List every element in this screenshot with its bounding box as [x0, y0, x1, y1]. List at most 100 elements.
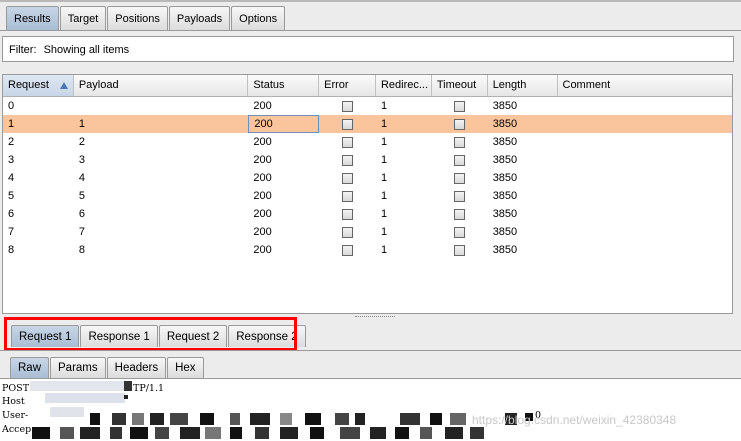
tab-options[interactable]: Options — [231, 6, 286, 30]
timeout-checkbox[interactable] — [454, 154, 466, 166]
cell-redirects: 1 — [380, 244, 388, 256]
cell-comment — [558, 223, 733, 241]
cell-request: 7 — [8, 226, 15, 238]
mosaic-block — [280, 413, 292, 425]
error-checkbox[interactable] — [342, 226, 354, 238]
mosaic-block — [50, 407, 84, 417]
cell-comment — [558, 97, 733, 115]
column-header-error[interactable]: Error — [319, 75, 376, 96]
tab-results[interactable]: Results — [6, 6, 59, 30]
mosaic-block — [124, 381, 132, 391]
timeout-checkbox-cell — [432, 187, 488, 205]
table-row[interactable]: 2 2 200 1 3850 — [3, 133, 732, 151]
cell-comment — [558, 169, 733, 187]
timeout-checkbox[interactable] — [454, 172, 466, 184]
error-checkbox-cell — [319, 97, 376, 115]
table-row[interactable]: 1 1 200 1 3850 — [3, 115, 732, 133]
mosaic-block — [395, 427, 409, 439]
cell-length: 3850 — [492, 118, 518, 130]
table-row[interactable]: 0 200 1 3850 — [3, 97, 732, 115]
table-row[interactable]: 3 3 200 1 3850 — [3, 151, 732, 169]
error-checkbox[interactable] — [342, 100, 354, 112]
error-checkbox[interactable] — [342, 154, 354, 166]
cell-payload: 3 — [78, 154, 85, 166]
column-header-request[interactable]: Request — [3, 75, 74, 96]
column-header-redirects[interactable]: Redirec... — [376, 75, 432, 96]
filter-value: Showing all items — [43, 44, 130, 56]
mosaic-block — [80, 427, 100, 439]
mosaic-block — [130, 427, 148, 439]
cell-payload: 6 — [78, 208, 85, 220]
mosaic-block — [445, 427, 463, 439]
error-checkbox-cell — [319, 169, 376, 187]
mosaic-block — [180, 427, 200, 439]
cell-request: 3 — [8, 154, 15, 166]
cell-request: 2 — [8, 136, 15, 148]
error-checkbox[interactable] — [342, 172, 354, 184]
error-checkbox-cell — [319, 205, 376, 223]
timeout-checkbox[interactable] — [454, 190, 466, 202]
timeout-checkbox[interactable] — [454, 244, 466, 256]
cell-redirects: 1 — [380, 100, 388, 112]
tab-payloads[interactable]: Payloads — [168, 6, 231, 30]
cell-request: 5 — [8, 190, 15, 202]
cell-request: 0 — [8, 100, 15, 112]
cell-length: 3850 — [492, 226, 518, 238]
error-checkbox[interactable] — [342, 208, 354, 220]
timeout-checkbox-cell — [432, 241, 488, 259]
table-row[interactable]: 6 6 200 1 3850 — [3, 205, 732, 223]
timeout-checkbox[interactable] — [454, 118, 466, 130]
timeout-checkbox[interactable] — [454, 100, 466, 112]
mosaic-block — [30, 381, 124, 391]
cell-length: 3850 — [492, 100, 518, 112]
filter-bar[interactable]: Filter: Showing all items — [2, 36, 734, 62]
cell-redirects: 1 — [380, 190, 388, 202]
cell-length: 3850 — [492, 172, 518, 184]
cell-comment — [558, 205, 733, 223]
mosaic-block — [310, 427, 324, 439]
cell-redirects: 1 — [380, 154, 388, 166]
mosaic-block — [450, 413, 466, 425]
mosaic-block — [255, 427, 269, 439]
cell-payload: 1 — [78, 118, 85, 130]
table-row[interactable]: 4 4 200 1 3850 — [3, 169, 732, 187]
cell-comment — [558, 151, 733, 169]
raw-message-editor[interactable]: POST TP/1.1 Host User- Accep 0 — [0, 378, 741, 441]
tab-target[interactable]: Target — [59, 6, 107, 30]
mosaic-block — [32, 427, 50, 439]
error-checkbox[interactable] — [342, 190, 354, 202]
column-header-payload[interactable]: Payload — [74, 75, 249, 96]
tab-raw[interactable]: Raw — [10, 357, 50, 378]
tab-positions[interactable]: Positions — [107, 6, 168, 30]
timeout-checkbox[interactable] — [454, 226, 466, 238]
splitter-grip-icon — [355, 316, 395, 319]
timeout-checkbox-cell — [432, 115, 488, 133]
tab-hex[interactable]: Hex — [167, 357, 204, 378]
mosaic-block — [305, 413, 321, 425]
table-row[interactable]: 5 5 200 1 3850 — [3, 187, 732, 205]
tab-headers[interactable]: Headers — [106, 357, 167, 378]
cell-payload: 8 — [78, 244, 85, 256]
tab-params[interactable]: Params — [50, 357, 106, 378]
timeout-checkbox[interactable] — [454, 208, 466, 220]
cell-status: 200 — [253, 244, 272, 256]
cell-status: 200 — [253, 190, 272, 202]
cell-redirects: 1 — [380, 226, 388, 238]
column-header-timeout[interactable]: Timeout — [432, 75, 488, 96]
error-checkbox[interactable] — [342, 136, 354, 148]
cell-comment — [558, 133, 733, 151]
raw-line-accept: Accep — [2, 424, 32, 435]
error-checkbox[interactable] — [342, 118, 354, 130]
column-header-length[interactable]: Length — [488, 75, 558, 96]
column-header-comment[interactable]: Comment — [558, 75, 733, 96]
error-checkbox[interactable] — [342, 244, 354, 256]
column-header-status[interactable]: Status — [248, 75, 320, 96]
table-row[interactable]: 7 7 200 1 3850 — [3, 223, 732, 241]
error-checkbox-cell — [319, 223, 376, 241]
error-checkbox-cell — [319, 241, 376, 259]
table-row[interactable]: 8 8 200 1 3850 — [3, 241, 732, 259]
mosaic-block — [340, 427, 360, 439]
cell-length: 3850 — [492, 208, 518, 220]
timeout-checkbox[interactable] — [454, 136, 466, 148]
cell-payload: 4 — [78, 172, 85, 184]
